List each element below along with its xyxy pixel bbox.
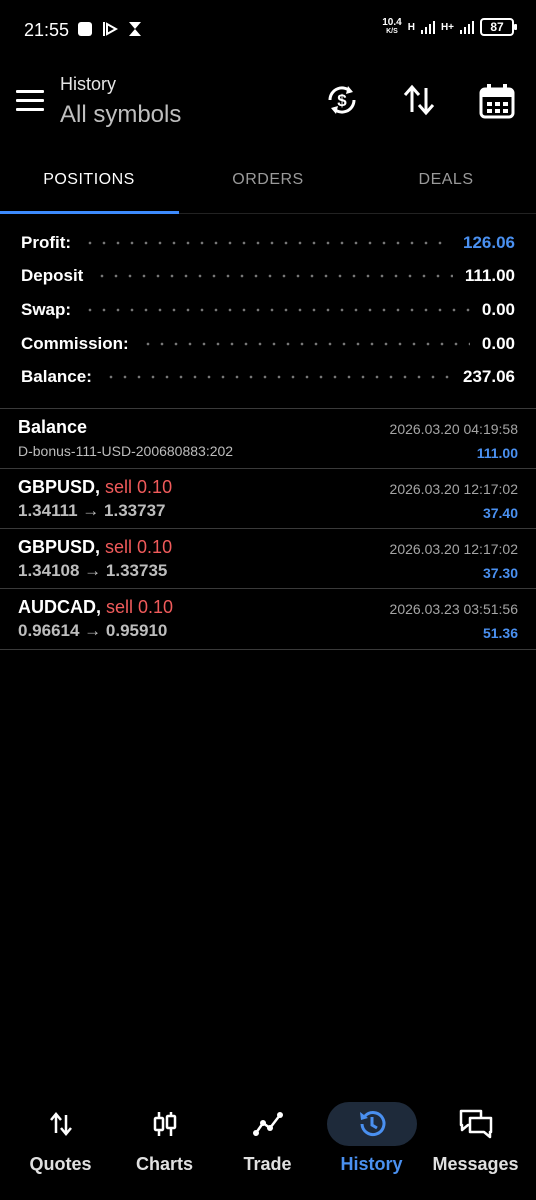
network-speed: 10.4 K/S (382, 18, 401, 36)
dotted-leader (95, 273, 453, 280)
hourglass-icon (126, 20, 143, 37)
row-value: 111.00 (476, 445, 518, 461)
row-prices: 0.96614 → 0.95910 (18, 621, 168, 640)
summary-label: Deposit (21, 266, 84, 286)
network-type-1: H (407, 21, 415, 33)
row-value: 37.30 (482, 565, 518, 581)
row-value: 37.40 (482, 505, 518, 521)
summary-row-balance: Balance: 237.06 (21, 360, 515, 394)
list-item[interactable]: AUDCAD, sell 0.10 0.96614 → 0.95910 2026… (0, 589, 536, 649)
row-symbol: AUDCAD, (18, 597, 101, 617)
nav-label: Quotes (29, 1154, 92, 1174)
nav-history[interactable]: History (318, 1090, 425, 1200)
nav-quotes[interactable]: Quotes (7, 1090, 114, 1200)
summary-label: Balance: (21, 367, 92, 387)
candlestick-icon (120, 1102, 210, 1146)
dotted-leader (103, 374, 451, 381)
trend-line-icon (223, 1102, 313, 1146)
dotted-leader (83, 239, 451, 246)
page-title: History (60, 74, 117, 94)
summary-label: Commission: (21, 333, 129, 353)
signal-icon-2 (460, 21, 474, 34)
summary-value: 0.00 (481, 333, 515, 353)
calendar-icon[interactable] (478, 82, 515, 119)
row-direction: sell 0.10 (106, 597, 174, 617)
summary-label: Swap: (21, 299, 72, 319)
app-bar: History All symbols $ (0, 60, 536, 150)
dotted-leader (140, 340, 470, 347)
messages-icon (431, 1102, 521, 1146)
history-clock-icon (326, 1102, 417, 1146)
nav-label: History (340, 1154, 403, 1174)
row-date: 2026.03.23 03:51:56 (389, 601, 518, 617)
play-notification-icon (101, 20, 118, 37)
tab-indicator (0, 211, 179, 214)
summary-value: 111.00 (464, 266, 515, 286)
summary-value: 126.06 (463, 232, 515, 252)
dotted-leader (83, 306, 470, 313)
summary-row-commission: Commission: 0.00 (21, 327, 515, 361)
nav-label: Messages (432, 1154, 519, 1174)
row-title: GBPUSD, sell 0.10 (18, 477, 172, 498)
row-symbol: GBPUSD, (18, 537, 101, 557)
row-date: 2026.03.20 04:19:58 (389, 421, 518, 437)
summary-panel: Profit: 126.06 Deposit 111.00 Swap: 0.00… (21, 226, 515, 394)
nav-messages[interactable]: Messages (422, 1090, 529, 1200)
nav-charts[interactable]: Charts (111, 1090, 218, 1200)
row-symbol: Balance (18, 417, 88, 437)
tab-positions[interactable]: POSITIONS (0, 150, 178, 214)
symbol-filter[interactable]: All symbols (60, 101, 181, 129)
nav-label: Charts (135, 1154, 193, 1174)
list-item[interactable]: GBPUSD, sell 0.10 1.34108 → 1.33735 2026… (0, 529, 536, 589)
summary-row-swap: Swap: 0.00 (21, 293, 515, 327)
status-right-icons: 10.4 K/S H H+ 87 (382, 18, 517, 36)
row-value: 51.36 (482, 625, 518, 641)
nav-label: Trade (243, 1154, 292, 1174)
divider (0, 649, 536, 650)
row-prices: 1.34111 → 1.33737 (18, 501, 166, 520)
row-title: AUDCAD, sell 0.10 (18, 597, 173, 618)
row-direction: sell 0.10 (105, 477, 173, 497)
svg-text:$: $ (337, 91, 347, 110)
title-block[interactable]: History All symbols (60, 74, 181, 129)
summary-row-deposit: Deposit 111.00 (21, 260, 515, 294)
row-comment: D-bonus-111-USD-200680883:202 (18, 443, 234, 459)
summary-value: 0.00 (481, 299, 515, 319)
row-date: 2026.03.20 12:17:02 (389, 541, 518, 557)
summary-value: 237.06 (463, 367, 515, 387)
row-title: Balance (18, 417, 87, 438)
summary-label: Profit: (21, 232, 72, 252)
bottom-navigation: Quotes Charts Trade History Messages (0, 1090, 536, 1200)
currency-sync-icon[interactable]: $ (324, 82, 360, 118)
quotes-arrows-icon (16, 1102, 106, 1146)
status-left-icons (76, 20, 143, 37)
row-date: 2026.03.20 12:17:02 (389, 481, 518, 497)
battery-icon: 87 (480, 18, 517, 36)
tab-orders[interactable]: ORDERS (179, 150, 357, 214)
signal-icon (420, 21, 435, 34)
menu-icon[interactable] (16, 90, 44, 112)
row-direction: sell 0.10 (105, 537, 173, 557)
summary-row-profit: Profit: 126.06 (21, 226, 515, 260)
history-tabs: POSITIONS ORDERS DEALS (0, 150, 536, 214)
nav-trade[interactable]: Trade (214, 1090, 321, 1200)
tab-deals[interactable]: DEALS (357, 150, 535, 214)
list-item[interactable]: Balance D-bonus-111-USD-200680883:202 20… (0, 409, 536, 469)
status-bar: 21:55 10.4 K/S H H+ 87 (0, 0, 536, 60)
row-prices: 1.34108 → 1.33735 (18, 561, 168, 580)
app-notification-icon (76, 20, 93, 37)
sort-icon[interactable] (401, 82, 437, 118)
list-item[interactable]: GBPUSD, sell 0.10 1.34111 → 1.33737 2026… (0, 469, 536, 529)
status-time: 21:55 (24, 20, 70, 40)
network-speed-unit: K/S (386, 28, 398, 35)
row-title: GBPUSD, sell 0.10 (18, 537, 172, 558)
row-symbol: GBPUSD, (18, 477, 101, 497)
network-type-2: H+ (440, 21, 454, 33)
